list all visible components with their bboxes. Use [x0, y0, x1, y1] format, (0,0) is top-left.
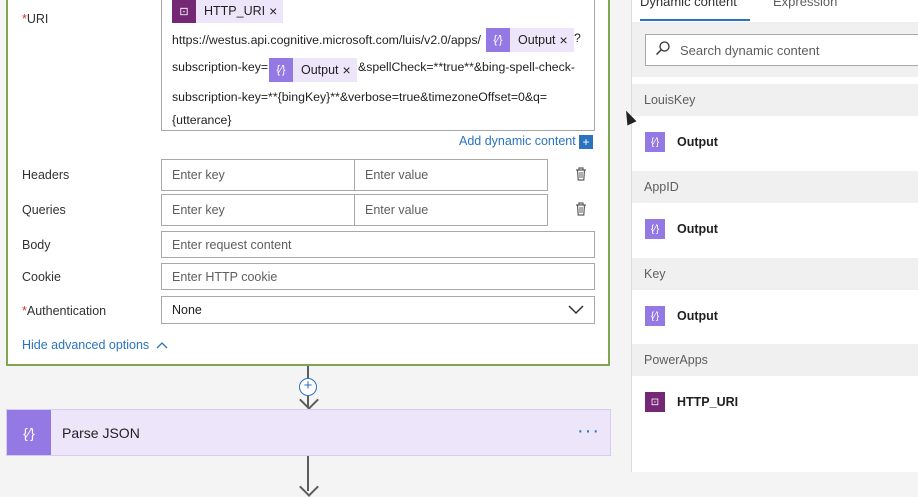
- uri-input[interactable]: ⊡ HTTP_URI × https://westus.api.cognitiv…: [161, 0, 595, 131]
- more-options-icon[interactable]: ···: [577, 420, 600, 443]
- group-header-appid[interactable]: AppID: [632, 171, 918, 203]
- dynamic-item-louiskey-output[interactable]: {⁄} Output: [632, 120, 918, 164]
- authentication-select[interactable]: None: [161, 296, 595, 324]
- powerapps-icon: ⊡: [645, 392, 665, 412]
- dynamic-item-key-output[interactable]: {⁄} Output: [632, 294, 918, 338]
- search-icon: [646, 40, 680, 60]
- body-label: Body: [22, 238, 51, 252]
- token-http-uri[interactable]: ⊡ HTTP_URI ×: [172, 0, 284, 23]
- dynamic-item-powerapps-http-uri[interactable]: ⊡ HTTP_URI: [632, 380, 918, 424]
- tab-dynamic-content[interactable]: Dynamic content: [640, 0, 737, 9]
- headers-value-input[interactable]: Enter value: [354, 159, 548, 191]
- tab-expression[interactable]: Expression: [773, 0, 837, 9]
- uri-text-line2-start: subscription-key=: [172, 60, 269, 74]
- queries-key-input[interactable]: Enter key: [161, 194, 355, 226]
- uri-text-line4: {utterance}: [172, 113, 232, 127]
- variable-icon: {⁄}: [645, 132, 665, 152]
- queries-value-input[interactable]: Enter value: [354, 194, 548, 226]
- body-input[interactable]: Enter request content: [161, 231, 595, 258]
- variable-icon: {⁄}: [645, 219, 665, 239]
- variable-icon: {⁄}: [486, 28, 510, 52]
- dynamic-item-appid-output[interactable]: {⁄} Output: [632, 207, 918, 251]
- headers-key-input[interactable]: Enter key: [161, 159, 355, 191]
- authentication-label: *Authentication: [22, 304, 107, 318]
- parse-json-title: Parse JSON: [62, 425, 140, 441]
- uri-text-line3: subscription-key=**{bingKey}**&verbose=t…: [172, 90, 548, 104]
- uri-text-line1: https://westus.api.cognitive.microsoft.c…: [172, 33, 481, 47]
- group-header-louiskey[interactable]: LouisKey: [632, 84, 918, 116]
- connector-arrow: [299, 477, 319, 497]
- uri-text-line2-end: &spellCheck=**true**&bing-spell-check-: [358, 60, 576, 74]
- queries-label: Queries: [22, 203, 66, 217]
- cookie-label: Cookie: [22, 270, 61, 284]
- add-dynamic-plus-icon[interactable]: +: [579, 135, 593, 149]
- active-tab-indicator: [640, 19, 750, 21]
- headers-delete-icon[interactable]: [573, 166, 589, 185]
- search-dynamic-content-input[interactable]: Search dynamic content: [645, 34, 918, 66]
- chevron-down-icon: [568, 305, 584, 315]
- uri-label: *URI: [22, 12, 49, 26]
- add-dynamic-content-link[interactable]: Add dynamic content: [459, 134, 576, 148]
- dynamic-content-panel: Dynamic content Expression Search dynami…: [631, 0, 918, 472]
- group-header-key[interactable]: Key: [632, 258, 918, 290]
- variable-icon: {⁄}: [269, 58, 293, 82]
- powerapps-icon: ⊡: [172, 0, 196, 23]
- group-header-powerapps[interactable]: PowerApps: [632, 344, 918, 376]
- uri-text-question: ?: [574, 31, 581, 45]
- hide-advanced-options-link[interactable]: Hide advanced options: [22, 338, 168, 352]
- remove-token-icon[interactable]: ×: [269, 3, 283, 19]
- remove-token-icon[interactable]: ×: [343, 62, 357, 78]
- remove-token-icon[interactable]: ×: [560, 32, 574, 48]
- variable-icon: {⁄}: [645, 306, 665, 326]
- token-output-2[interactable]: {⁄} Output ×: [269, 58, 357, 82]
- data-operation-icon: {⁄}: [7, 410, 51, 455]
- chevron-up-icon: [156, 342, 168, 349]
- token-output-1[interactable]: {⁄} Output ×: [486, 28, 574, 52]
- parse-json-action[interactable]: {⁄} Parse JSON ···: [6, 409, 611, 456]
- headers-label: Headers: [22, 168, 70, 182]
- queries-delete-icon[interactable]: [573, 201, 589, 220]
- cookie-input[interactable]: Enter HTTP cookie: [161, 263, 595, 290]
